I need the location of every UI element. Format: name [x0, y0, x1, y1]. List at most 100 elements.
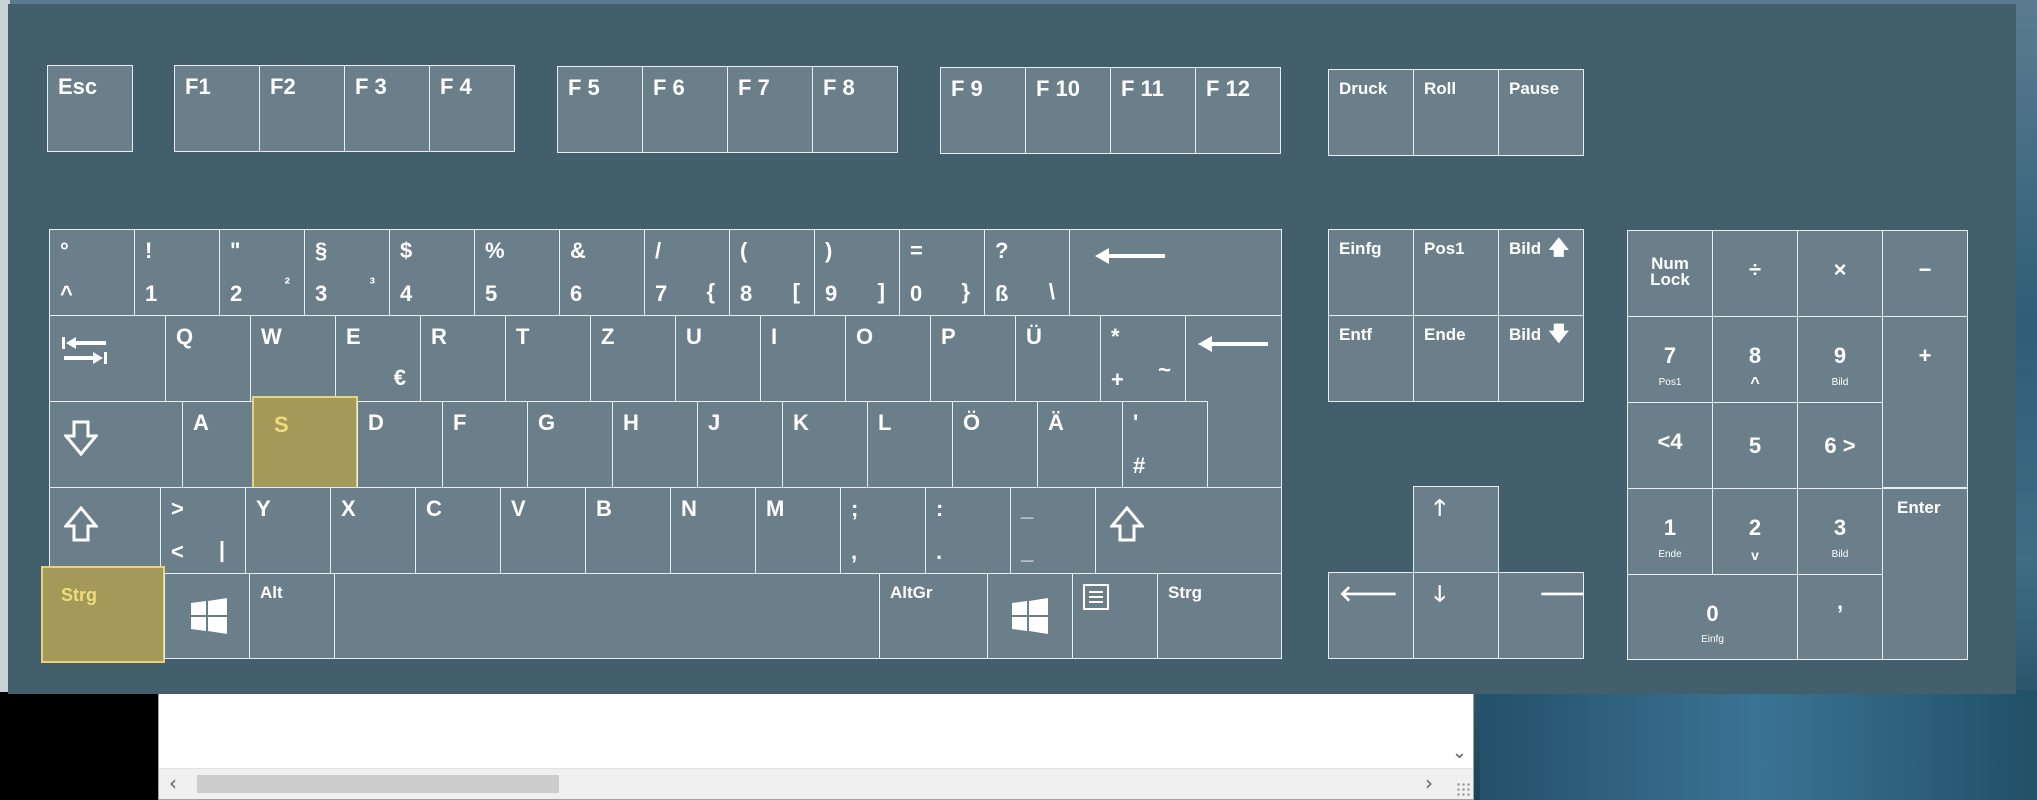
key-arrow-down[interactable]: 🡓 [1413, 572, 1499, 659]
key-minus[interactable]: _ _ [1010, 487, 1096, 574]
key-h[interactable]: H [612, 401, 698, 488]
key-z[interactable]: Z [590, 315, 676, 402]
key-5[interactable]: % 5 [474, 229, 560, 316]
key-win-right[interactable] [987, 573, 1073, 659]
key-numpad-decimal[interactable]: , [1797, 574, 1883, 660]
key-c[interactable]: C [415, 487, 501, 574]
key-arrow-up[interactable]: 🡑 [1413, 486, 1499, 573]
key-m[interactable]: M [755, 487, 841, 574]
key-multiply[interactable]: × [1797, 230, 1883, 317]
key-f11[interactable]: F 11 [1110, 67, 1196, 154]
key-pos1[interactable]: Pos1 [1413, 229, 1499, 316]
key-j[interactable]: J [697, 401, 783, 488]
key-v[interactable]: V [500, 487, 586, 574]
key-8[interactable]: (8[ [729, 229, 815, 316]
horizontal-scrollbar[interactable]: ‹ › [159, 768, 1473, 799]
key-f6[interactable]: F 6 [642, 66, 728, 153]
key-k[interactable]: K [782, 401, 868, 488]
key-period[interactable]: :. [925, 487, 1011, 574]
key-f1[interactable]: F1 [174, 65, 260, 152]
key-i[interactable]: I [760, 315, 846, 402]
key-d[interactable]: D [357, 401, 443, 488]
key-f10[interactable]: F 10 [1025, 67, 1111, 154]
scroll-right-arrow-icon[interactable]: › [1425, 772, 1433, 794]
key-numpad-plus[interactable]: + [1882, 316, 1968, 488]
key-numpad-1[interactable]: 1 Ende [1627, 488, 1713, 575]
key-0[interactable]: = 0} [899, 229, 985, 316]
key-arrow-left[interactable]: 🡐 [1328, 572, 1414, 659]
key-shift-left[interactable] [49, 487, 161, 574]
key-f12[interactable]: F 12 [1195, 67, 1281, 154]
scroll-down-arrow-icon[interactable]: ⌄ [1452, 742, 1467, 763]
key-divide[interactable]: ÷ [1712, 230, 1798, 317]
key-win-left[interactable] [164, 573, 250, 659]
key-f3[interactable]: F 3 [344, 65, 430, 152]
key-u[interactable]: U [675, 315, 761, 402]
key-tab[interactable] [49, 315, 166, 402]
key-b[interactable]: B [585, 487, 671, 574]
key-shift-right[interactable] [1095, 487, 1282, 574]
key-g[interactable]: G [527, 401, 613, 488]
key-numpad-2[interactable]: 2v [1712, 488, 1798, 575]
key-backspace[interactable] [1069, 229, 1282, 316]
key-3[interactable]: § 3 ³ [304, 229, 390, 316]
key-numpad-9[interactable]: 9 Bild [1797, 316, 1883, 403]
key-sz[interactable]: ? ß \ [984, 229, 1070, 316]
key-6[interactable]: & 6 [559, 229, 645, 316]
key-t[interactable]: T [505, 315, 591, 402]
key-s[interactable]: S [252, 396, 358, 493]
key-capslock[interactable] [49, 401, 183, 488]
key-strg-right[interactable]: Strg [1157, 573, 1282, 659]
key-angle-bracket[interactable]: > < | [160, 487, 246, 574]
key-bild-down[interactable]: Bild 🡇 [1498, 315, 1584, 402]
key-f[interactable]: F [442, 401, 528, 488]
key-strg-left[interactable]: Strg [41, 566, 165, 663]
key-7[interactable]: /7{ [644, 229, 730, 316]
key-hash[interactable]: ' # [1122, 401, 1208, 488]
key-numlock[interactable]: Num Lock [1627, 230, 1713, 317]
key-menu[interactable] [1072, 573, 1158, 659]
key-f2[interactable]: F2 [259, 65, 345, 152]
key-f7[interactable]: F 7 [727, 66, 813, 153]
key-y[interactable]: Y [245, 487, 331, 574]
key-numpad-5[interactable]: 5 [1712, 402, 1798, 489]
resize-grip-icon[interactable] [1456, 782, 1470, 796]
key-bild-up[interactable]: Bild 🡅 [1498, 229, 1584, 316]
key-numpad-enter[interactable]: Enter [1882, 488, 1968, 660]
key-l[interactable]: L [867, 401, 953, 488]
key-r[interactable]: R [420, 315, 506, 402]
key-p[interactable]: P [930, 315, 1016, 402]
key-oe[interactable]: Ö [952, 401, 1038, 488]
key-w[interactable]: W [250, 315, 336, 402]
key-ende[interactable]: Ende [1413, 315, 1499, 402]
key-pause[interactable]: Pause [1498, 69, 1584, 156]
key-numpad-6[interactable]: 6 > [1797, 402, 1883, 489]
key-ue[interactable]: Ü [1015, 315, 1101, 402]
key-e[interactable]: E € [335, 315, 421, 402]
key-2[interactable]: " 2 ² [219, 229, 305, 316]
key-1[interactable]: ! 1 [134, 229, 220, 316]
key-alt[interactable]: Alt [249, 573, 335, 659]
key-f8[interactable]: F 8 [812, 66, 898, 153]
key-circumflex[interactable]: ° ^ [49, 229, 135, 316]
key-4[interactable]: $4 [389, 229, 475, 316]
key-numpad-3[interactable]: 3 Bild [1797, 488, 1883, 575]
key-numpad-minus[interactable]: − [1882, 230, 1968, 317]
key-ae[interactable]: Ä [1037, 401, 1123, 488]
key-numpad-4[interactable]: <4 [1627, 402, 1713, 489]
key-roll[interactable]: Roll [1413, 69, 1499, 156]
key-esc[interactable]: Esc [47, 65, 133, 152]
key-x[interactable]: X [330, 487, 416, 574]
key-comma[interactable]: ;, [840, 487, 926, 574]
scroll-left-arrow-icon[interactable]: ‹ [169, 772, 177, 794]
key-einfg[interactable]: Einfg [1328, 229, 1414, 316]
key-numpad-0[interactable]: 0 Einfg [1627, 574, 1798, 660]
key-arrow-right[interactable]: 🡒 [1498, 572, 1584, 659]
key-n[interactable]: N [670, 487, 756, 574]
key-o[interactable]: O [845, 315, 931, 402]
key-numpad-7[interactable]: 7 Pos1 [1627, 316, 1713, 403]
key-f9[interactable]: F 9 [940, 67, 1026, 154]
key-numpad-8[interactable]: 8 ^ [1712, 316, 1798, 403]
key-plus[interactable]: * + ~ [1100, 315, 1186, 402]
key-space[interactable] [334, 573, 880, 659]
